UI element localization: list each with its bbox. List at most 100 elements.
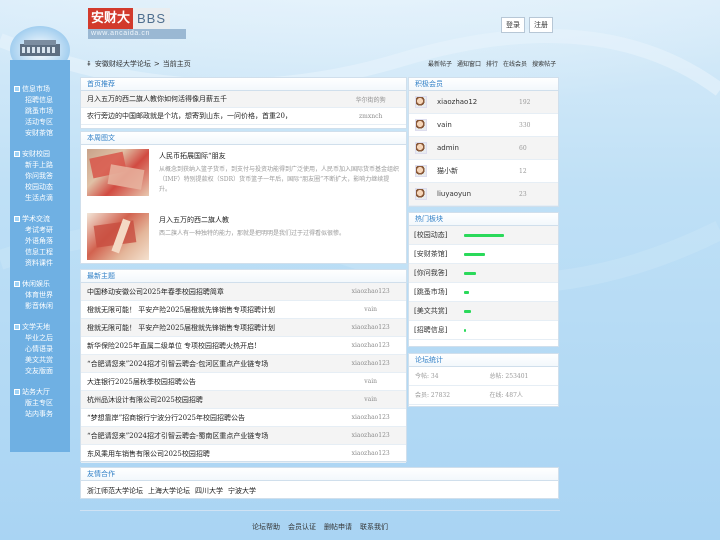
topic-author[interactable]: vain	[341, 378, 400, 385]
hot-board-name[interactable]: [跳蚤市场]	[414, 287, 464, 297]
hot-board-name[interactable]: [你问我答]	[414, 268, 464, 278]
site-logo[interactable]: 安财大 BBS www.ancaida.cn	[88, 8, 186, 39]
member-row[interactable]: liuyaoyun 23	[409, 183, 558, 206]
sidebar-item[interactable]: 资料课件	[14, 258, 70, 269]
topic-title[interactable]: 大连银行2025届秋季校园招聘公告	[87, 377, 341, 387]
news-thumbnail[interactable]	[87, 213, 149, 260]
topic-title[interactable]: 橙就无限可能！ 平安产险2025届橙就先锋销售专项招聘计划	[87, 305, 341, 315]
hot-board-row[interactable]: [安财茶馆]	[409, 245, 558, 264]
topic-author[interactable]: vain	[341, 306, 400, 313]
hot-board-row[interactable]: [跳蚤市场]	[409, 283, 558, 302]
sidebar-item[interactable]: 招聘信息	[14, 95, 70, 106]
post-title[interactable]: 农行旁边的中国邮政就是个坑，想寄到山东，一问价格，首重20，	[87, 111, 341, 121]
sidebar-item[interactable]: 新手上路	[14, 160, 70, 171]
sidebar-group-title[interactable]: 文学天地	[14, 320, 70, 333]
member-row[interactable]: 猫小新 12	[409, 160, 558, 183]
list-item[interactable]: 月入五万的西二旗人教你如何活得像月薪五千 华尔街的狗	[81, 91, 406, 108]
hot-board-row[interactable]: [校园动态]	[409, 226, 558, 245]
news-item[interactable]: 月入五万的西二旗人教 西二旗人有一种独特的能力，那就是把明明是我们过于过得看似很…	[81, 209, 406, 273]
member-name[interactable]: liuyaoyun	[437, 190, 519, 198]
sidebar-item[interactable]: 毕业之后	[14, 333, 70, 344]
table-row[interactable]: “合肥请您来”2024招才引智云聘会-蜀南区重点产业链专场 xiaozhao123	[81, 427, 406, 445]
sidebar-item[interactable]: 跳蚤市场	[14, 106, 70, 117]
member-name[interactable]: admin	[437, 144, 519, 152]
hot-board-name[interactable]: [美文共赏]	[414, 306, 464, 316]
sidebar-item[interactable]: 版主专区	[14, 398, 70, 409]
avatar[interactable]	[415, 142, 427, 154]
sidebar-item[interactable]: 外语角落	[14, 236, 70, 247]
sidebar-item[interactable]: 活动专区	[14, 117, 70, 128]
nav-notice[interactable]: 通知窗口	[457, 59, 481, 68]
footer-contact-link[interactable]: 联系我们	[360, 522, 388, 532]
topic-title[interactable]: 橙就无限可能！ 平安产险2025届橙就先锋销售专项招聘计划	[87, 323, 341, 333]
post-author[interactable]: zmxnch	[341, 113, 400, 120]
sidebar-item[interactable]: 影音休闲	[14, 301, 70, 312]
member-name[interactable]: xiaozhao12	[437, 98, 519, 106]
footer-help-link[interactable]: 论坛帮助	[252, 522, 280, 532]
topic-title[interactable]: 新华保险2025年直属二级单位 专项校园招聘火热开启!	[87, 341, 341, 351]
member-row[interactable]: xiaozhao12 192	[409, 91, 558, 114]
topic-title[interactable]: “梦想靠岸”招商银行宁波分行2025年校园招聘公告	[87, 413, 341, 423]
member-name[interactable]: 猫小新	[437, 166, 519, 176]
member-name[interactable]: vain	[437, 121, 519, 129]
post-author[interactable]: 华尔街的狗	[341, 95, 400, 104]
sidebar-item[interactable]: 站内事务	[14, 409, 70, 420]
list-item[interactable]: 农行旁边的中国邮政就是个坑，想寄到山东，一问价格，首重20， zmxnch	[81, 108, 406, 125]
topic-author[interactable]: xiaozhao123	[341, 432, 400, 439]
sidebar-group-title[interactable]: 站务大厅	[14, 385, 70, 398]
table-row[interactable]: 橙就无限可能！ 平安产险2025届橙就先锋销售专项招聘计划 xiaozhao123	[81, 319, 406, 337]
topic-title[interactable]: 中国移动安徽公司2025年春季校园招聘简章	[87, 287, 341, 297]
sidebar-item[interactable]: 安财茶馆	[14, 128, 70, 139]
table-row[interactable]: 东风乘用车销售有限公司2025校园招聘 xiaozhao123	[81, 445, 406, 463]
sidebar-item[interactable]: 交友版面	[14, 366, 70, 377]
news-thumbnail[interactable]	[87, 149, 149, 196]
sidebar-item[interactable]: 美文共赏	[14, 355, 70, 366]
topic-author[interactable]: xiaozhao123	[341, 360, 400, 367]
partner-link[interactable]: 宁波大学	[228, 486, 256, 496]
member-row[interactable]: vain 330	[409, 114, 558, 137]
sidebar-group-title[interactable]: 信息市场	[14, 82, 70, 95]
table-row[interactable]: 中国移动安徽公司2025年春季校园招聘简章 xiaozhao123	[81, 283, 406, 301]
topic-author[interactable]: xiaozhao123	[341, 450, 400, 457]
sidebar-item[interactable]: 生活点滴	[14, 193, 70, 204]
footer-delete-request-link[interactable]: 删帖申请	[324, 522, 352, 532]
login-button[interactable]: 登录	[501, 17, 525, 33]
sidebar-group-title[interactable]: 安财校园	[14, 147, 70, 160]
table-row[interactable]: 大连银行2025届秋季校园招聘公告 vain	[81, 373, 406, 391]
table-row[interactable]: “梦想靠岸”招商银行宁波分行2025年校园招聘公告 xiaozhao123	[81, 409, 406, 427]
topic-title[interactable]: “合肥请您来”2024招才引智云聘会-蜀南区重点产业链专场	[87, 431, 341, 441]
table-row[interactable]: 新华保险2025年直属二级单位 专项校园招聘火热开启! xiaozhao123	[81, 337, 406, 355]
sidebar-group-title[interactable]: 休闲娱乐	[14, 277, 70, 290]
hot-board-name[interactable]: [招聘信息]	[414, 325, 464, 335]
hot-board-row[interactable]: [美文共赏]	[409, 302, 558, 321]
avatar[interactable]	[415, 119, 427, 131]
member-row[interactable]: admin 60	[409, 137, 558, 160]
nav-ranking[interactable]: 排行	[486, 59, 498, 68]
sidebar-item[interactable]: 体育世界	[14, 290, 70, 301]
sidebar-group-title[interactable]: 学术交流	[14, 212, 70, 225]
topic-title[interactable]: 东风乘用车销售有限公司2025校园招聘	[87, 449, 341, 459]
table-row[interactable]: 橙就无限可能！ 平安产险2025届橙就先锋销售专项招聘计划 vain	[81, 301, 406, 319]
partner-link[interactable]: 浙江师范大学论坛	[87, 486, 143, 496]
topic-author[interactable]: xiaozhao123	[341, 324, 400, 331]
partner-link[interactable]: 上海大学论坛	[148, 486, 190, 496]
sidebar-item[interactable]: 校园动态	[14, 182, 70, 193]
topic-title[interactable]: “合肥请您来”2024招才引智云聘会·包河区重点产业链专场	[87, 359, 341, 369]
hot-board-row[interactable]: [招聘信息]	[409, 321, 558, 340]
topic-author[interactable]: xiaozhao123	[341, 414, 400, 421]
topic-author[interactable]: xiaozhao123	[341, 288, 400, 295]
post-title[interactable]: 月入五万的西二旗人教你如何活得像月薪五千	[87, 94, 341, 104]
footer-verify-link[interactable]: 会员认证	[288, 522, 316, 532]
table-row[interactable]: 杭州品沐设计有限公司2025校园招聘 vain	[81, 391, 406, 409]
topic-author[interactable]: vain	[341, 396, 400, 403]
hot-board-name[interactable]: [安财茶馆]	[414, 249, 464, 259]
avatar[interactable]	[415, 188, 427, 200]
topic-title[interactable]: 杭州品沐设计有限公司2025校园招聘	[87, 395, 341, 405]
avatar[interactable]	[415, 165, 427, 177]
partner-link[interactable]: 四川大学	[195, 486, 223, 496]
sidebar-item[interactable]: 心情语录	[14, 344, 70, 355]
news-title[interactable]: 人民币拓展国际“朋友	[159, 151, 400, 161]
nav-latest-posts[interactable]: 最新帖子	[428, 59, 452, 68]
sidebar-item[interactable]: 考试考研	[14, 225, 70, 236]
news-item[interactable]: 人民币拓展国际“朋友 从概念到获纳入篮子货币，到支付与投资功能得到广泛使用，人民…	[81, 145, 406, 209]
